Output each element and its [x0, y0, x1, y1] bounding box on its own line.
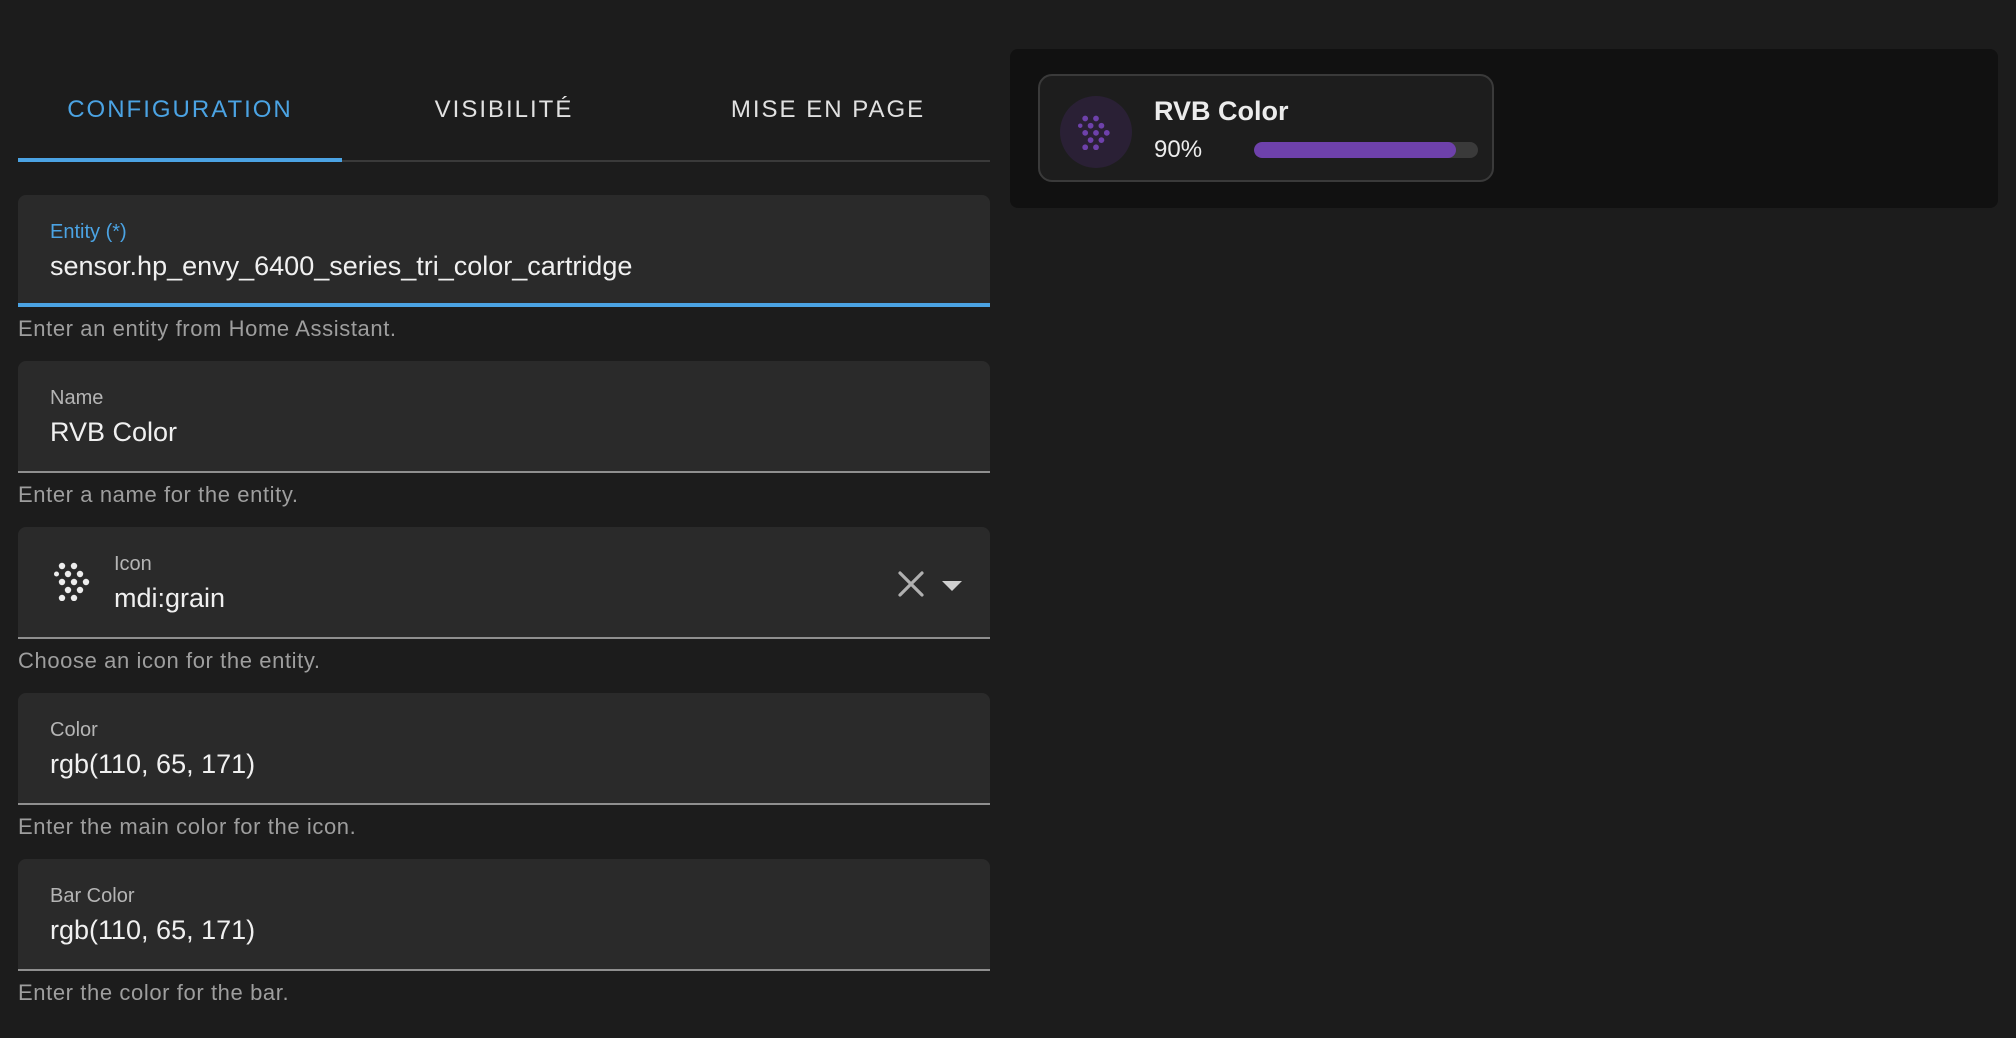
card-editor: CONFIGURATION VISIBILITÉ MISE EN PAGE En… [18, 0, 990, 1038]
color-field[interactable]: Color rgb(110, 65, 171) [18, 693, 990, 805]
bar-color-field-value[interactable]: rgb(110, 65, 171) [50, 915, 255, 946]
name-field[interactable]: Name RVB Color [18, 361, 990, 473]
grain-icon [54, 562, 90, 601]
icon-helper-text: Choose an icon for the entity. [18, 648, 321, 673]
card-preview-panel: RVB Color 90% [1010, 49, 1998, 208]
tab-configuration[interactable]: CONFIGURATION [18, 60, 342, 162]
tab-bar: CONFIGURATION VISIBILITÉ MISE EN PAGE [18, 60, 990, 162]
entity-field-label: Entity (*) [50, 221, 127, 243]
card-name: RVB Color [1154, 96, 1289, 126]
icon-field-label: Icon [114, 553, 152, 575]
card-icon-badge [1060, 96, 1132, 168]
color-field-label: Color [50, 719, 98, 741]
name-field-label: Name [50, 387, 104, 409]
color-helper-text: Enter the main color for the icon. [18, 814, 357, 839]
name-helper-text: Enter a name for the entity. [18, 482, 299, 507]
entity-progress-card[interactable]: RVB Color 90% [1038, 74, 1494, 182]
icon-field-value[interactable]: mdi:grain [114, 583, 225, 614]
entity-helper-text: Enter an entity from Home Assistant. [18, 316, 397, 341]
entity-field[interactable]: Entity (*) sensor.hp_envy_6400_series_tr… [18, 195, 990, 307]
name-field-value[interactable]: RVB Color [50, 417, 177, 448]
bar-color-field[interactable]: Bar Color rgb(110, 65, 171) [18, 859, 990, 971]
tab-layout[interactable]: MISE EN PAGE [666, 60, 990, 160]
entity-field-value[interactable]: sensor.hp_envy_6400_series_tri_color_car… [50, 251, 632, 282]
icon-picker-field[interactable]: Icon mdi:grain [18, 527, 990, 639]
clear-icon[interactable] [894, 567, 928, 601]
bar-color-helper-text: Enter the color for the bar. [18, 980, 290, 1005]
grain-icon [1078, 115, 1110, 150]
bar-color-field-label: Bar Color [50, 885, 135, 907]
card-percent: 90% [1154, 136, 1203, 163]
color-field-value[interactable]: rgb(110, 65, 171) [50, 749, 255, 780]
progress-bar-fill [1254, 142, 1456, 158]
progress-bar [1254, 142, 1478, 158]
tab-visibility[interactable]: VISIBILITÉ [342, 60, 666, 160]
chevron-down-icon[interactable] [938, 571, 966, 599]
